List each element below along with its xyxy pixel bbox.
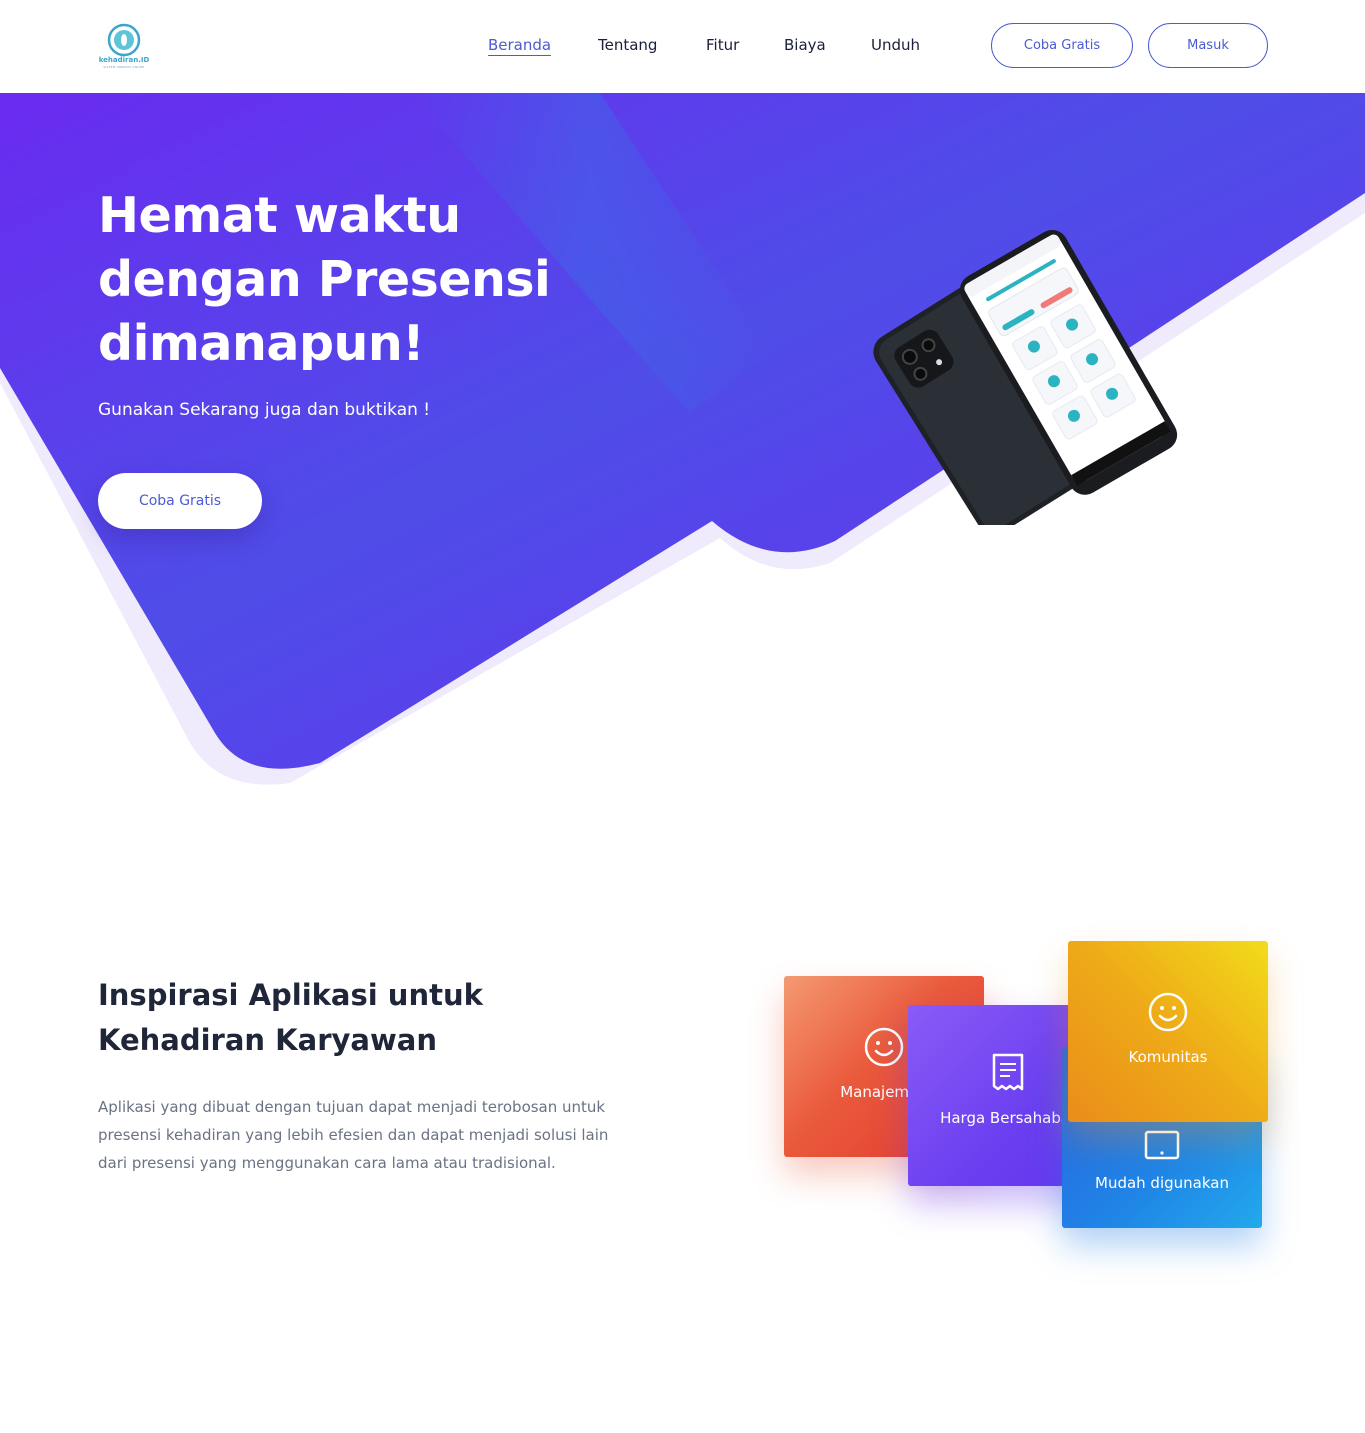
nav-item-biaya[interactable]: Biaya xyxy=(784,36,826,54)
smile-icon xyxy=(864,1027,904,1066)
feature-card-label: Komunitas xyxy=(1128,1047,1208,1066)
site-header: kehadiran.ID SISTEM ABSENSI ONLINE Beran… xyxy=(0,0,1365,93)
hero-title-line: dimanapun! xyxy=(98,315,425,372)
nav-item-beranda[interactable]: Beranda xyxy=(488,36,552,56)
receipt-icon xyxy=(992,1053,1024,1090)
hero-try-free-button[interactable]: Coba Gratis xyxy=(98,473,262,529)
logo-text: kehadiran.ID xyxy=(98,56,150,64)
nav-item-tentang[interactable]: Tentang xyxy=(598,36,657,54)
hero-subtitle: Gunakan Sekarang juga dan buktikan ! xyxy=(98,400,431,420)
inspiration-body-line: Aplikasi yang dibuat dengan tujuan dapat… xyxy=(98,1098,606,1116)
phone-mockup-image xyxy=(873,230,1178,535)
hero-title-line: dengan Presensi xyxy=(98,251,551,308)
logo-icon xyxy=(107,23,141,57)
tablet-icon xyxy=(1144,1130,1180,1159)
inspiration-title-line: Inspirasi Aplikasi untuk xyxy=(98,978,483,1012)
nav-item-unduh[interactable]: Unduh xyxy=(871,36,920,54)
smile-icon xyxy=(1148,992,1188,1031)
inspiration-body-line: presensi kehadiran yang lebih efesien da… xyxy=(98,1126,609,1144)
try-free-button[interactable]: Coba Gratis xyxy=(991,23,1133,68)
inspiration-description: Aplikasi yang dibuat dengan tujuan dapat… xyxy=(98,1093,658,1177)
inspiration-title-line: Kehadiran Karyawan xyxy=(98,1023,437,1057)
inspiration-title: Inspirasi Aplikasi untuk Kehadiran Karya… xyxy=(98,973,658,1063)
hero-title-line: Hemat waktu xyxy=(98,187,461,244)
phone-mockup xyxy=(870,225,1190,535)
nav-item-fitur[interactable]: Fitur xyxy=(706,36,739,54)
feature-card-komunitas[interactable]: Komunitas xyxy=(1068,941,1268,1122)
feature-card-label: Harga Bersahabat xyxy=(940,1108,1076,1127)
inspiration-body-line: dari presensi yang menggunakan cara lama… xyxy=(98,1154,556,1172)
hero-title: Hemat waktu dengan Presensi dimanapun! xyxy=(98,184,658,376)
feature-card-label: Mudah digunakan xyxy=(1095,1173,1229,1192)
logo-tagline: SISTEM ABSENSI ONLINE xyxy=(103,65,145,69)
brand-logo[interactable]: kehadiran.ID SISTEM ABSENSI ONLINE xyxy=(98,23,150,69)
login-button[interactable]: Masuk xyxy=(1148,23,1268,68)
